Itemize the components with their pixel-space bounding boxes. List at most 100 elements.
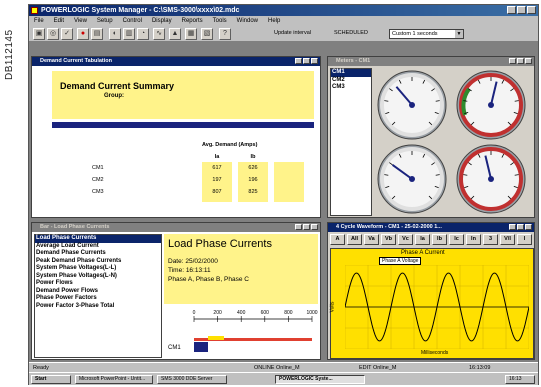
load-list[interactable]: Load Phase Currents Average Load Current D… (34, 234, 162, 358)
load-list-item[interactable]: Demand Phase Currents (35, 250, 161, 258)
load-minimize-button[interactable] (295, 224, 302, 230)
load-panel: Load Phase Currents Date: 25/02/2000 Tim… (164, 234, 318, 304)
load-list-item[interactable]: Peak Demand Phase Currents (35, 258, 161, 266)
report-icon[interactable]: ▦ (185, 28, 197, 40)
wave-button-vi[interactable]: V/I (500, 234, 515, 245)
update-interval-select[interactable]: Custom 1 seconds ▼ (389, 29, 464, 39)
record-icon[interactable]: ● (77, 28, 89, 40)
help-icon[interactable]: ? (219, 28, 231, 40)
meter-list-item[interactable]: CM2 (331, 77, 371, 85)
scale-tick-label: 1000 (306, 310, 317, 316)
update-interval-value: Custom 1 seconds (392, 31, 438, 37)
load-window-title: Bar - Load Phase Currents (40, 224, 110, 230)
wave-button-vb[interactable]: Vb (381, 234, 396, 245)
connect-icon[interactable]: ◎ (47, 28, 59, 40)
menu-edit[interactable]: Edit (49, 16, 69, 26)
menu-window[interactable]: Window (232, 16, 263, 26)
load-list-item[interactable]: Power Flows (35, 280, 161, 288)
menu-tools[interactable]: Tools (208, 16, 232, 26)
meters-maximize-button[interactable] (517, 58, 524, 64)
bar-phase-c (208, 336, 224, 340)
load-list-item[interactable]: Average Load Current (35, 243, 161, 251)
wave-button-i[interactable]: I (517, 234, 532, 245)
task-dde-server[interactable]: SMS 3000 DDE Server (157, 375, 227, 384)
wave-chart-title: Phase A Current (401, 250, 445, 256)
demand-window-titlebar[interactable]: Demand Current Tabulation (32, 57, 320, 66)
menu-help[interactable]: Help (263, 16, 285, 26)
status-bar: Ready ONLINE Online_M EDIT Online_M 16:1… (29, 362, 538, 372)
menu-view[interactable]: View (69, 16, 92, 26)
meters-list[interactable]: CM1 CM2 CM3 (330, 68, 372, 216)
load-maximize-button[interactable] (303, 224, 310, 230)
menu-control[interactable]: Control (118, 16, 147, 26)
export-icon[interactable]: ▧ (201, 28, 213, 40)
wave-icon[interactable]: ∿ (153, 28, 165, 40)
meters-minimize-button[interactable] (509, 58, 516, 64)
wave-button-a[interactable]: A (330, 234, 345, 245)
meters-close-button[interactable] (525, 58, 532, 64)
wave-button-vc[interactable]: Vc (398, 234, 413, 245)
close-button[interactable] (527, 6, 536, 14)
load-close-button[interactable] (311, 224, 318, 230)
alarm-icon[interactable]: ▲ (169, 28, 181, 40)
task-powerlogic[interactable]: POWERLOGIC Syste... (275, 375, 365, 384)
demand-maximize-button[interactable] (303, 58, 310, 64)
load-list-item[interactable]: System Phase Voltages(L-L) (35, 265, 161, 273)
toolbar: ▣ ◎ ✓ ● ▤ ◐ ▥ ◔ ∿ ▲ ▦ ▧ ? Update interva… (29, 26, 538, 42)
gauge-hub (409, 102, 415, 108)
load-list-item[interactable]: System Phase Voltages(L-N) (35, 273, 161, 281)
meter-list-item[interactable]: CM1 (331, 69, 371, 77)
bar-phase-b (194, 342, 208, 352)
wave-button-3[interactable]: 3 (483, 234, 498, 245)
start-button[interactable]: Start (31, 375, 71, 384)
wave-ylabel: Volts (329, 301, 336, 313)
scale-tick-label: 600 (261, 310, 270, 316)
meters-window-title: Meters - CM1 (336, 58, 371, 64)
scale-tick-label: 0 (193, 310, 196, 316)
load-list-item[interactable]: Demand Power Flows (35, 288, 161, 296)
minimize-button[interactable] (507, 6, 516, 14)
load-window[interactable]: Bar - Load Phase Currents Load Phase Cur… (31, 222, 321, 360)
open-icon[interactable]: ▣ (33, 28, 45, 40)
maximize-button[interactable] (517, 6, 526, 14)
meters-window[interactable]: Meters - CM1 CM1 CM2 CM3 (327, 56, 535, 218)
wave-close-button[interactable] (525, 224, 532, 230)
wave-window[interactable]: 4 Cycle Waveform - CM1 - 25-02-2000 1...… (327, 222, 535, 360)
menu-file[interactable]: File (29, 16, 49, 26)
wave-maximize-button[interactable] (517, 224, 524, 230)
demand-window[interactable]: Demand Current Tabulation Demand Current… (31, 56, 321, 218)
wave-minimize-button[interactable] (509, 224, 516, 230)
meters-window-titlebar[interactable]: Meters - CM1 (328, 57, 534, 66)
demand-minimize-button[interactable] (295, 58, 302, 64)
load-list-item[interactable]: Load Phase Currents (35, 235, 161, 243)
gauge-icon[interactable]: ◔ (137, 28, 149, 40)
wave-window-titlebar[interactable]: 4 Cycle Waveform - CM1 - 25-02-2000 1... (328, 223, 534, 232)
meter-list-item[interactable]: CM3 (331, 84, 371, 92)
wave-button-ib[interactable]: Ib (432, 234, 447, 245)
wave-button-ia[interactable]: Ia (415, 234, 430, 245)
wave-button-in[interactable]: In (466, 234, 481, 245)
load-window-titlebar[interactable]: Bar - Load Phase Currents (32, 223, 320, 232)
chevron-down-icon[interactable]: ▼ (455, 30, 463, 38)
demand-heading: Demand Current Summary (60, 81, 175, 91)
wave-button-bar: A All Va Vb Vc Ia Ib Ic In 3 V/I I (330, 234, 534, 246)
load-list-item[interactable]: Phase Power Factors (35, 295, 161, 303)
gauge-hub (488, 176, 494, 182)
meter-icon[interactable]: ◐ (109, 28, 121, 40)
wave-button-all[interactable]: All (347, 234, 362, 245)
bar-icon[interactable]: ▥ (123, 28, 135, 40)
row-name: CM3 (92, 189, 104, 195)
menu-display[interactable]: Display (147, 16, 177, 26)
demand-close-button[interactable] (311, 58, 318, 64)
check-icon[interactable]: ✓ (61, 28, 73, 40)
menu-reports[interactable]: Reports (177, 16, 208, 26)
wave-button-va[interactable]: Va (364, 234, 379, 245)
wave-button-ic[interactable]: Ic (449, 234, 464, 245)
table-icon[interactable]: ▤ (91, 28, 103, 40)
gauge-hub (409, 176, 415, 182)
demand-table-header: Avg. Demand (Amps) (202, 142, 258, 148)
load-list-item[interactable]: Power Factor 3-Phase Total (35, 303, 161, 311)
row-ia: 807 (212, 189, 222, 195)
task-powerpoint[interactable]: Microsoft PowerPoint - Untit... (75, 375, 153, 384)
menu-setup[interactable]: Setup (92, 16, 118, 26)
